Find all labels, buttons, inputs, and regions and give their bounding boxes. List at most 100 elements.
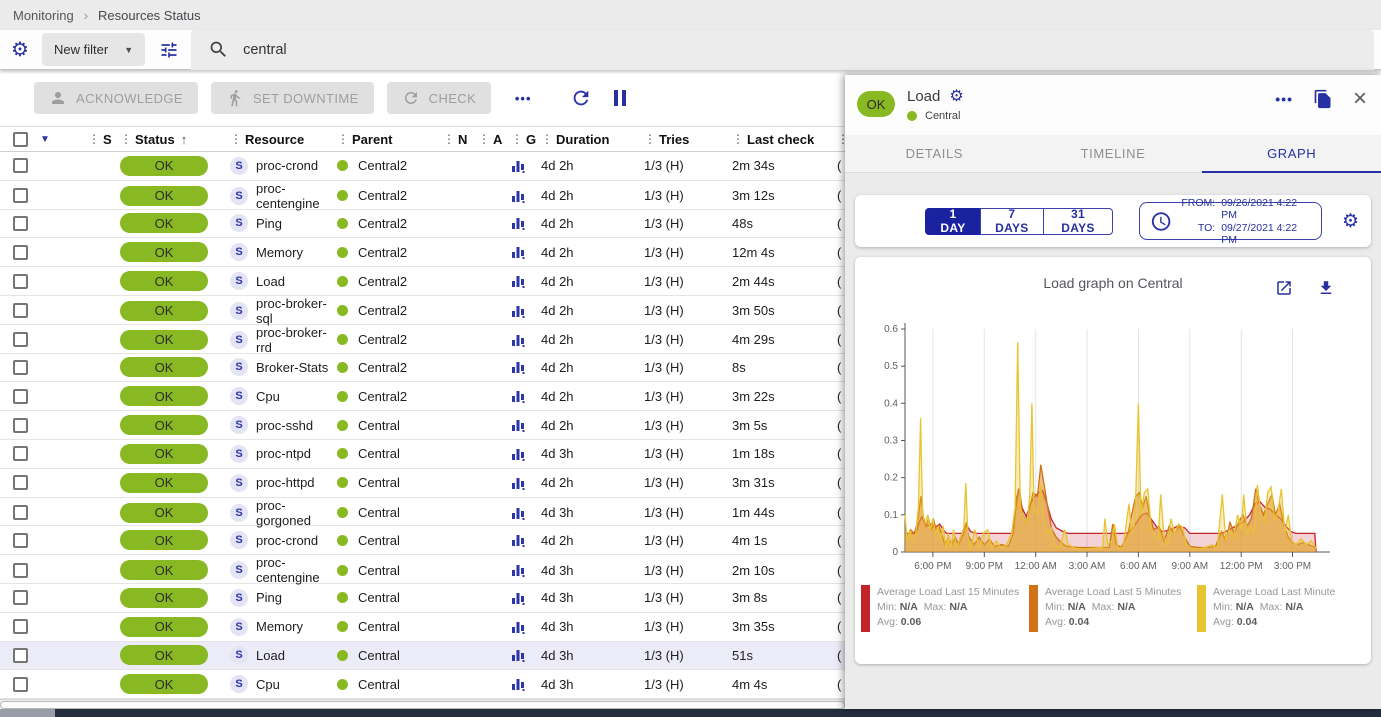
panel-settings-gear-icon[interactable]: ⚙ — [949, 86, 963, 106]
graph-chart-icon[interactable] — [511, 216, 541, 230]
row-checkbox[interactable] — [13, 418, 28, 433]
column-last-check[interactable]: ⋮Last check — [732, 132, 837, 147]
graph-chart-icon[interactable] — [511, 159, 541, 173]
table-row[interactable]: OK Sproc-centengine Central 4d 3h 1/3 (H… — [0, 555, 860, 584]
row-checkbox[interactable] — [13, 446, 28, 461]
column-parent[interactable]: ⋮Parent — [337, 132, 443, 147]
graph-chart-icon[interactable] — [511, 476, 541, 490]
range-button-31-days[interactable]: 31 DAYS — [1043, 208, 1113, 235]
row-checkbox[interactable] — [13, 648, 28, 663]
row-checkbox[interactable] — [13, 590, 28, 605]
row-checkbox[interactable] — [13, 332, 28, 347]
table-row[interactable]: OK SLoad Central2 4d 2h 1/3 (H) 2m 44s ( — [0, 267, 860, 296]
graph-chart-icon[interactable] — [511, 189, 541, 203]
table-row[interactable]: OK SCpu Central 4d 3h 1/3 (H) 4m 4s ( — [0, 670, 860, 699]
panel-more-icon[interactable]: ••• — [1275, 91, 1293, 107]
graph-chart-icon[interactable] — [511, 389, 541, 403]
row-checkbox[interactable] — [13, 475, 28, 490]
row-checkbox[interactable] — [13, 216, 28, 231]
table-row[interactable]: OK Sproc-httpd Central 4d 2h 1/3 (H) 3m … — [0, 469, 860, 498]
breadcrumb-monitoring[interactable]: Monitoring — [13, 8, 74, 23]
download-icon[interactable] — [1317, 279, 1335, 297]
graph-chart-icon[interactable] — [511, 418, 541, 432]
new-filter-dropdown[interactable]: New filter ▼ — [42, 33, 145, 66]
row-checkbox[interactable] — [13, 619, 28, 634]
tab-graph[interactable]: GRAPH — [1202, 135, 1381, 172]
tune-filter-icon[interactable] — [159, 40, 179, 60]
table-horizontal-scrollbar[interactable] — [0, 699, 849, 709]
column-status[interactable]: ⋮Status↑ — [120, 132, 230, 147]
table-row[interactable]: OK Sproc-centengine Central2 4d 2h 1/3 (… — [0, 181, 860, 210]
column-notes[interactable]: ⋮N — [443, 132, 478, 147]
graph-chart-icon[interactable] — [511, 677, 541, 691]
load-graph[interactable]: 00.10.20.30.40.50.66:00 PM9:00 PM12:00 A… — [855, 319, 1371, 571]
row-checkbox[interactable] — [13, 158, 28, 173]
graph-chart-icon[interactable] — [511, 533, 541, 547]
copy-link-icon[interactable] — [1313, 89, 1333, 109]
row-checkbox[interactable] — [13, 677, 28, 692]
table-row[interactable]: OK Sproc-crond Central2 4d 2h 1/3 (H) 2m… — [0, 152, 860, 181]
table-row[interactable]: OK Sproc-ntpd Central 4d 3h 1/3 (H) 1m 1… — [0, 440, 860, 469]
graph-chart-icon[interactable] — [511, 563, 541, 577]
row-checkbox[interactable] — [13, 245, 28, 260]
set-downtime-button[interactable]: SET DOWNTIME — [211, 82, 374, 114]
row-checkbox[interactable] — [13, 389, 28, 404]
row-checkbox[interactable] — [13, 563, 28, 578]
table-row[interactable]: OK Sproc-gorgoned Central 4d 3h 1/3 (H) … — [0, 498, 860, 527]
graph-options-gear-icon[interactable]: ⚙ — [1342, 210, 1359, 233]
column-tries[interactable]: ⋮Tries — [644, 132, 732, 147]
graph-chart-icon[interactable] — [511, 447, 541, 461]
breadcrumb-resources-status[interactable]: Resources Status — [98, 8, 201, 23]
table-row[interactable]: OK Sproc-sshd Central 4d 2h 1/3 (H) 3m 5… — [0, 411, 860, 440]
row-checkbox[interactable] — [13, 274, 28, 289]
graph-chart-icon[interactable] — [511, 360, 541, 374]
filter-settings-gear-icon[interactable]: ⚙ — [4, 37, 36, 62]
legend-item[interactable]: Average Load Last 5 Minutes Min: N/A Max… — [1029, 585, 1197, 632]
row-checkbox[interactable] — [13, 188, 28, 203]
from-to-picker[interactable]: FROM: 09/26/2021 4:22 PM TO: 09/27/2021 … — [1139, 202, 1322, 240]
window-bottom-scrollbar[interactable] — [0, 709, 1381, 717]
table-row[interactable]: OK SMemory Central2 4d 2h 1/3 (H) 12m 4s… — [0, 238, 860, 267]
range-button-1-day[interactable]: 1 DAY — [925, 208, 981, 235]
refresh-icon[interactable] — [570, 87, 592, 109]
graph-chart-icon[interactable] — [511, 506, 541, 520]
scrollbar-thumb[interactable] — [0, 701, 845, 709]
table-row[interactable]: OK SLoad Central 4d 3h 1/3 (H) 51s ( — [0, 642, 860, 671]
acknowledge-button[interactable]: ACKNOWLEDGE — [34, 82, 198, 114]
row-checkbox[interactable] — [13, 360, 28, 375]
graph-chart-icon[interactable] — [511, 274, 541, 288]
legend-item[interactable]: Average Load Last Minute Min: N/A Max: N… — [1197, 585, 1365, 632]
select-menu-caret-icon[interactable]: ▼ — [40, 134, 88, 145]
column-action[interactable]: ⋮A — [478, 132, 511, 147]
column-resource[interactable]: ⋮Resource — [230, 132, 337, 147]
table-row[interactable]: OK Sproc-broker-rrd Central2 4d 2h 1/3 (… — [0, 325, 860, 354]
row-checkbox[interactable] — [13, 303, 28, 318]
graph-chart-icon[interactable] — [511, 304, 541, 318]
graph-chart-icon[interactable] — [511, 648, 541, 662]
table-row[interactable]: OK Sproc-crond Central 4d 2h 1/3 (H) 4m … — [0, 526, 860, 555]
table-row[interactable]: OK SCpu Central2 4d 2h 1/3 (H) 3m 22s ( — [0, 382, 860, 411]
row-checkbox[interactable] — [13, 533, 28, 548]
column-duration[interactable]: ⋮Duration — [541, 132, 644, 147]
table-row[interactable]: OK SBroker-Stats Central2 4d 2h 1/3 (H) … — [0, 354, 860, 383]
table-row[interactable]: OK Sproc-broker-sql Central2 4d 2h 1/3 (… — [0, 296, 860, 325]
graph-chart-icon[interactable] — [511, 620, 541, 634]
column-severity[interactable]: ⋮S — [88, 132, 120, 147]
open-in-new-icon[interactable] — [1275, 279, 1293, 297]
table-row[interactable]: OK SPing Central2 4d 2h 1/3 (H) 48s ( — [0, 210, 860, 239]
range-button-7-days[interactable]: 7 DAYS — [980, 208, 1044, 235]
legend-item[interactable]: Average Load Last 15 Minutes Min: N/A Ma… — [861, 585, 1029, 632]
more-actions-button[interactable]: ••• — [504, 82, 542, 114]
column-graph[interactable]: ⋮G — [511, 132, 541, 147]
check-button[interactable]: CHECK — [387, 82, 492, 114]
row-checkbox[interactable] — [13, 505, 28, 520]
tab-details[interactable]: DETAILS — [845, 135, 1024, 172]
pause-icon[interactable] — [614, 90, 626, 106]
search-input[interactable] — [243, 42, 643, 58]
graph-chart-icon[interactable] — [511, 591, 541, 605]
tab-timeline[interactable]: TIMELINE — [1024, 135, 1203, 172]
select-all-checkbox[interactable] — [13, 132, 28, 147]
close-panel-icon[interactable]: × — [1353, 89, 1367, 109]
graph-chart-icon[interactable] — [511, 245, 541, 259]
table-row[interactable]: OK SPing Central 4d 3h 1/3 (H) 3m 8s ( — [0, 584, 860, 613]
